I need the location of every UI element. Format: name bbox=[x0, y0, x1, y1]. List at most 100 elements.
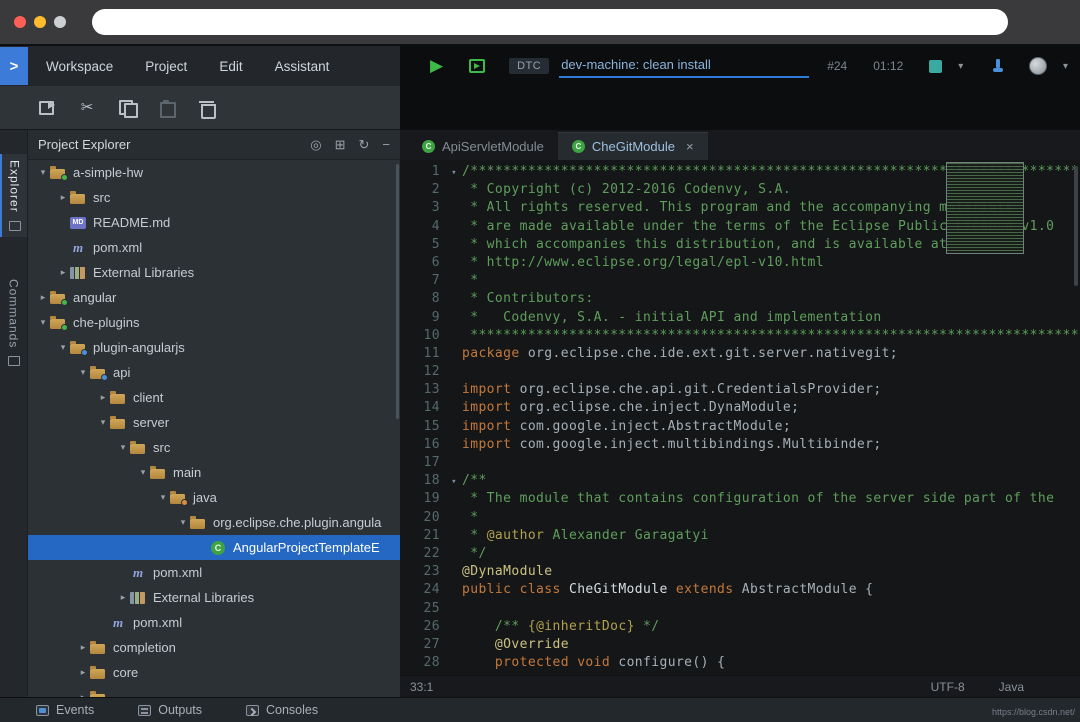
minimize-panel-icon[interactable]: − bbox=[382, 137, 390, 152]
tree-item[interactable]: ▸ bbox=[28, 685, 400, 697]
import-project-icon[interactable] bbox=[36, 98, 58, 118]
expand-arrow-icon[interactable]: ▾ bbox=[176, 517, 190, 528]
tree-item[interactable]: ▾api bbox=[28, 360, 400, 385]
tree-item-label: client bbox=[133, 390, 163, 405]
code-line: 28 protected void configure() { bbox=[400, 655, 1080, 673]
fold-marker-icon bbox=[446, 273, 462, 291]
menu-item-project[interactable]: Project bbox=[145, 59, 187, 74]
run-toolbar: ▶ DTC dev-machine: clean install #24 01:… bbox=[400, 44, 1080, 86]
menu-row: > Workspace Project Edit Assistant ▶ DTC de… bbox=[0, 44, 1080, 86]
address-bar[interactable] bbox=[92, 9, 1008, 35]
editor-tab-label: ApiServletModule bbox=[442, 139, 544, 154]
expand-arrow-icon[interactable]: ▸ bbox=[76, 667, 90, 678]
tree-item[interactable]: ▾org.eclipse.che.plugin.angula bbox=[28, 510, 400, 535]
tree-item-label: main bbox=[173, 465, 201, 480]
expand-arrow-icon[interactable]: ▾ bbox=[36, 317, 50, 328]
expand-arrow-icon[interactable]: ▾ bbox=[56, 342, 70, 353]
tree-item[interactable]: ▾che-plugins bbox=[28, 310, 400, 335]
menu-item-workspace[interactable]: Workspace bbox=[46, 59, 113, 74]
fold-marker-icon bbox=[446, 619, 462, 637]
menu-items: Workspace Project Edit Assistant bbox=[28, 59, 329, 74]
language-indicator[interactable]: Java bbox=[999, 680, 1024, 694]
stop-button[interactable] bbox=[929, 60, 942, 73]
copy-icon[interactable] bbox=[116, 98, 138, 118]
tree-item[interactable]: ▾java bbox=[28, 485, 400, 510]
project-tree: ▾a-simple-hw▸srcREADME.mdpom.xml▸Externa… bbox=[28, 160, 400, 697]
expand-arrow-icon[interactable]: ▾ bbox=[136, 467, 150, 478]
close-tab-icon[interactable]: × bbox=[686, 139, 694, 154]
code-editor[interactable]: 1▾/*************************************… bbox=[400, 160, 1080, 675]
java-class-icon bbox=[572, 140, 585, 153]
tree-item[interactable]: ▸External Libraries bbox=[28, 585, 400, 610]
fold-marker-icon bbox=[446, 310, 462, 328]
expand-arrow-icon[interactable]: ▸ bbox=[76, 642, 90, 653]
fold-marker-icon[interactable]: ▾ bbox=[446, 473, 462, 491]
expand-arrow-icon[interactable]: ▸ bbox=[56, 192, 70, 203]
cut-icon[interactable]: ✂ bbox=[76, 98, 98, 118]
expand-arrow-icon[interactable]: ▸ bbox=[116, 592, 130, 603]
code-line: 23@DynaModule bbox=[400, 564, 1080, 582]
paste-icon[interactable] bbox=[156, 98, 178, 118]
tree-item[interactable]: ▸completion bbox=[28, 635, 400, 660]
expand-arrow-icon[interactable]: ▸ bbox=[56, 267, 70, 278]
tree-item[interactable]: AngularProjectTemplateE bbox=[28, 535, 400, 560]
tree-item[interactable]: ▸External Libraries bbox=[28, 260, 400, 285]
editor-scrollbar[interactable] bbox=[1074, 166, 1078, 286]
panel-tab-events[interactable]: Events bbox=[36, 703, 94, 717]
encoding-selector[interactable]: UTF-8 bbox=[931, 680, 965, 694]
expand-arrow-icon[interactable]: ▸ bbox=[96, 392, 110, 403]
maven-icon bbox=[70, 241, 87, 255]
folder-icon bbox=[150, 466, 167, 480]
editor-tab-chegitmodule[interactable]: CheGitModule × bbox=[558, 132, 708, 160]
editor-tab-label: CheGitModule bbox=[592, 139, 675, 154]
tree-item[interactable]: ▸ src bbox=[28, 185, 400, 210]
tree-item[interactable]: README.md bbox=[28, 210, 400, 235]
delete-icon[interactable] bbox=[196, 98, 218, 118]
tree-item-label: src bbox=[93, 190, 110, 205]
tree-item[interactable]: ▾src bbox=[28, 435, 400, 460]
expand-arrow-icon[interactable]: ▾ bbox=[36, 167, 50, 178]
code-line: 22 */ bbox=[400, 546, 1080, 564]
sidebar-tab-explorer[interactable]: Explorer bbox=[0, 154, 27, 237]
user-menu[interactable]: ▾ bbox=[1029, 57, 1068, 75]
panel-tab-outputs[interactable]: Outputs bbox=[138, 703, 202, 717]
menu-item-assistant[interactable]: Assistant bbox=[275, 59, 330, 74]
explorer-scrollbar[interactable] bbox=[396, 164, 399, 419]
command-selector-field[interactable]: dev-machine: clean install bbox=[559, 55, 809, 78]
zoom-window-button[interactable] bbox=[54, 16, 66, 28]
command-dropdown-icon[interactable]: ▾ bbox=[958, 61, 963, 72]
refresh-icon[interactable]: ↻ bbox=[359, 137, 370, 152]
minimap[interactable] bbox=[946, 162, 1024, 254]
debug-icon[interactable] bbox=[469, 59, 485, 73]
locate-file-icon[interactable]: ◎ bbox=[310, 137, 321, 152]
expand-arrow-icon[interactable]: ▾ bbox=[156, 492, 170, 503]
expand-arrow-icon[interactable]: ▾ bbox=[116, 442, 130, 453]
tree-item[interactable]: ▸ client bbox=[28, 385, 400, 410]
close-window-button[interactable] bbox=[14, 16, 26, 28]
plug-icon[interactable] bbox=[991, 59, 1005, 73]
che-logo-button[interactable]: > bbox=[0, 47, 28, 85]
tree-item[interactable]: ▸core bbox=[28, 660, 400, 685]
expand-arrow-icon[interactable]: ▾ bbox=[96, 417, 110, 428]
sidebar-tab-commands[interactable]: Commands bbox=[0, 273, 27, 372]
user-menu-caret-icon: ▾ bbox=[1063, 61, 1068, 72]
tree-item[interactable]: pom.xml bbox=[28, 560, 400, 585]
fold-marker-icon[interactable]: ▾ bbox=[446, 164, 462, 182]
tree-item[interactable]: ▾plugin-angularjs bbox=[28, 335, 400, 360]
editor-tab-apiservletmodule[interactable]: ApiServletModule bbox=[408, 132, 558, 160]
menu-item-edit[interactable]: Edit bbox=[219, 59, 242, 74]
collapse-all-icon[interactable]: ⊞ bbox=[335, 137, 346, 152]
tree-item[interactable]: pom.xml bbox=[28, 235, 400, 260]
fold-marker-icon bbox=[446, 455, 462, 473]
minimize-window-button[interactable] bbox=[34, 16, 46, 28]
tree-item[interactable]: pom.xml bbox=[28, 610, 400, 635]
tree-item[interactable]: ▸angular bbox=[28, 285, 400, 310]
expand-arrow-icon[interactable]: ▾ bbox=[76, 367, 90, 378]
tree-item[interactable]: ▾a-simple-hw bbox=[28, 160, 400, 185]
panel-tab-consoles[interactable]: Consoles bbox=[246, 703, 318, 717]
tree-item[interactable]: ▾ main bbox=[28, 460, 400, 485]
tree-item[interactable]: ▾server bbox=[28, 410, 400, 435]
run-command-button[interactable]: ▶ bbox=[430, 56, 443, 76]
expand-arrow-icon[interactable]: ▸ bbox=[36, 292, 50, 303]
library-icon bbox=[70, 266, 87, 280]
